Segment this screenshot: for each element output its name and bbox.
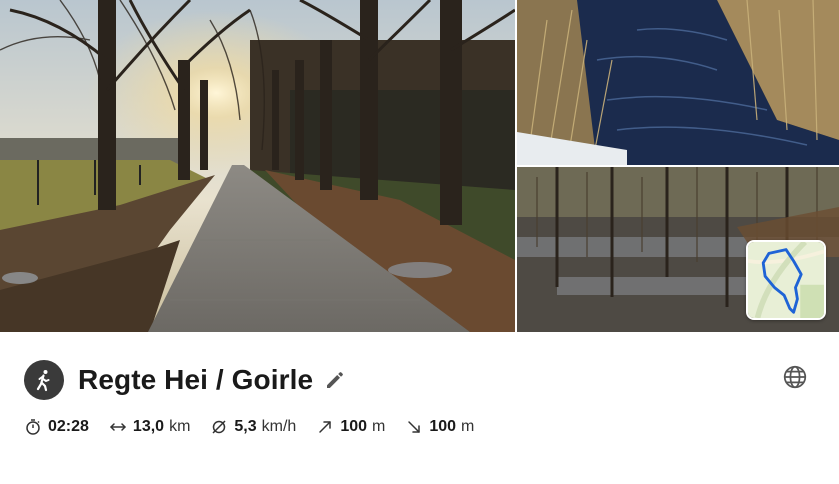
stat-speed-value: 5,3 — [234, 418, 257, 435]
stat-duration-value: 02:28 — [48, 418, 89, 435]
stat-ascent-unit: m — [372, 418, 386, 435]
ascent-arrow-icon — [316, 418, 334, 436]
tour-title: Regte Hei / Goirle — [78, 364, 314, 395]
stat-duration: 02:28 — [24, 418, 89, 436]
stat-ascent-value: 100 — [340, 418, 368, 435]
tour-photo-stream[interactable] — [517, 0, 839, 165]
hiking-icon — [24, 360, 64, 400]
pencil-icon[interactable] — [323, 368, 347, 392]
tour-stats: 02:28 13,0 km 5,3 km/h 100 m 100 m — [24, 416, 494, 438]
distance-arrows-icon — [109, 418, 127, 436]
stat-speed-unit: km/h — [261, 418, 297, 435]
stat-descent: 100 m — [405, 418, 474, 436]
stat-descent-value: 100 — [429, 418, 457, 435]
route-map-thumbnail[interactable] — [746, 240, 826, 320]
descent-arrow-icon — [405, 418, 423, 436]
photo-gallery — [0, 0, 839, 332]
globe-icon[interactable] — [782, 364, 808, 390]
stat-distance-value: 13,0 — [132, 418, 165, 435]
stat-ascent: 100 m — [316, 418, 385, 436]
stat-distance-unit: km — [169, 418, 191, 435]
average-speed-icon — [210, 418, 228, 436]
tour-photo-main[interactable] — [0, 0, 515, 332]
tour-header: Regte Hei / Goirle — [24, 360, 347, 400]
stat-descent-unit: m — [461, 418, 475, 435]
stat-distance: 13,0 km — [109, 418, 190, 436]
stopwatch-icon — [24, 418, 42, 436]
stat-speed: 5,3 km/h — [210, 418, 296, 436]
